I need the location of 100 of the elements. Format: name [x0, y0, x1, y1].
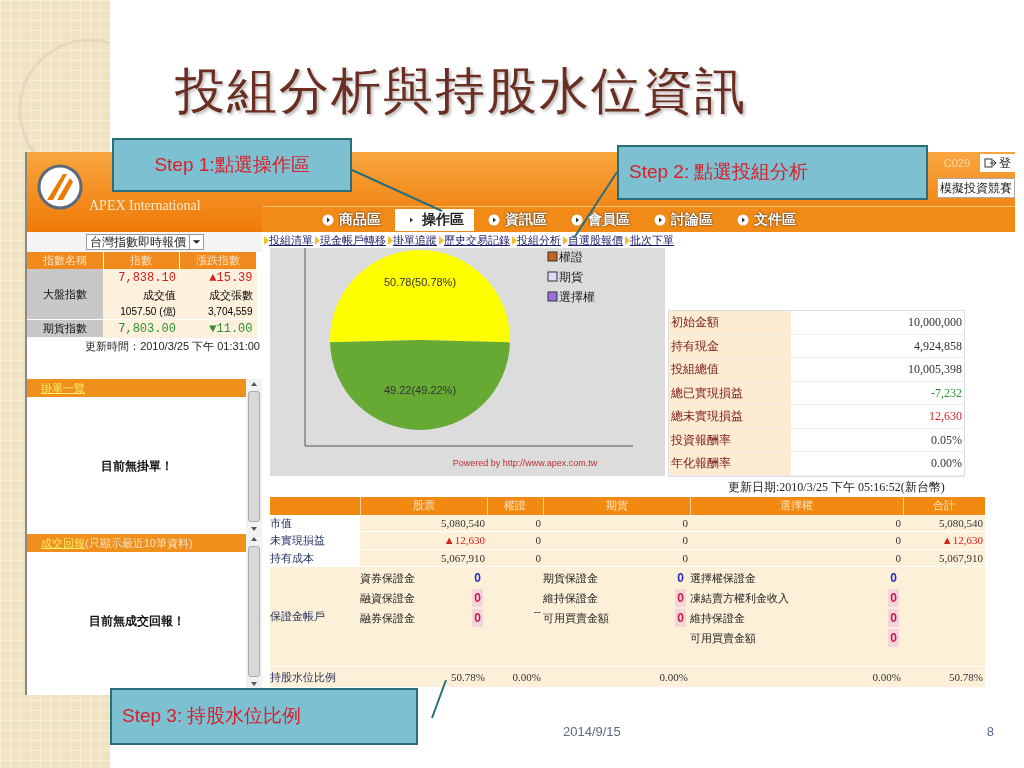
margin-value: 0: [888, 589, 899, 607]
margin-label: 融券保證金: [360, 610, 415, 626]
scrollbar-thumb[interactable]: [248, 391, 260, 522]
play-circle-icon: [488, 213, 500, 226]
table-cell: 0: [690, 531, 903, 549]
table-cell: 0: [543, 514, 690, 532]
margin-label: 維持保證金: [543, 590, 598, 606]
margin-value: 0: [473, 570, 482, 587]
triangle-icon: [315, 235, 320, 245]
callout: Step 1:點選操作區: [112, 138, 352, 192]
table-cell: 0: [487, 531, 543, 549]
table-cell: 0: [487, 514, 543, 532]
brand-name: APEX International: [89, 197, 201, 215]
column-header: 股票: [360, 496, 487, 515]
scroll-up-icon[interactable]: [250, 381, 258, 387]
row-label: 持股水位比例: [270, 666, 360, 687]
slide-title: 投組分析與持股水位資訊: [175, 61, 747, 121]
triangle-icon: [563, 235, 568, 245]
legend-label: 選擇權: [559, 290, 595, 304]
nav-tab[interactable]: 操作區: [395, 208, 474, 231]
logout-icon: [984, 158, 997, 168]
summary-label: 投資報酬率: [671, 431, 731, 449]
shares-value: 3,704,559: [207, 304, 253, 319]
table-cell: 0: [543, 531, 690, 549]
play-circle-icon: [737, 213, 749, 226]
summary-label: 持有現金: [671, 337, 719, 355]
logout-link[interactable]: 登: [980, 154, 1015, 172]
scroll-down-icon[interactable]: [250, 526, 258, 532]
index-change: ▲15.39: [179, 269, 257, 287]
page-number: 8: [986, 722, 994, 741]
summary-label: 年化報酬率: [671, 455, 731, 473]
shares-label: 成交張數: [207, 288, 253, 303]
margin-label: 可用買賣金額: [690, 630, 756, 646]
scrollbar[interactable]: [246, 534, 262, 689]
row-label: 保證金帳戶: [270, 566, 360, 667]
table-cell: 5,080,540: [903, 514, 985, 532]
empty-message: 目前無成交回報！: [88, 612, 185, 630]
legend-label: 期貨: [559, 270, 583, 284]
margin-label: 融資保證金: [360, 590, 415, 606]
summary-update-time: 更新日期:2010/3/25 下午 05:16:52(新台幣): [728, 478, 945, 496]
leader-line: [431, 679, 447, 719]
table-cell: 0: [487, 549, 543, 567]
margin-label: 可用買賣金額: [543, 610, 609, 626]
triangle-icon: [512, 235, 517, 245]
scrollbar[interactable]: [246, 379, 262, 534]
scrollbar-thumb[interactable]: [248, 546, 260, 677]
margin-value: 0: [675, 609, 686, 627]
play-circle-icon: [571, 213, 583, 226]
scroll-up-icon[interactable]: [250, 536, 258, 542]
margin-label: 選擇權保證金: [690, 570, 756, 586]
table-cell: 0: [543, 549, 690, 567]
summary-value: 4,924,858: [914, 337, 962, 355]
summary-value: 12,630: [929, 408, 962, 426]
callout: Step 2: 點選投組分析: [617, 145, 928, 200]
column-header: 選擇權: [690, 496, 903, 515]
triangle-icon: [388, 235, 393, 245]
callout: Step 3: 持股水位比例: [110, 688, 418, 745]
chart-credit: Powered by http://www.apex.com.tw: [452, 458, 598, 468]
sub-link[interactable]: 自選股報價: [568, 231, 625, 249]
legend-label: 權證: [559, 250, 583, 264]
summary-label: 總未實現損益: [671, 408, 743, 426]
summary-label: 初始金額: [671, 314, 719, 332]
table-cell: 50.78%: [360, 666, 487, 687]
summary-value: 0.05%: [931, 431, 962, 449]
margin-value: 0: [675, 589, 686, 607]
volume-value: 1057.50 (億): [119, 304, 176, 319]
table-cell: 0.00%: [690, 666, 903, 687]
summary-label: 投組總值: [671, 361, 719, 379]
sub-link[interactable]: 投組分析: [517, 231, 563, 249]
update-time: 更新時間：2010/3/25 下午 01:31:00: [85, 339, 260, 354]
margin-value: 0: [676, 570, 685, 587]
sub-link[interactable]: 批次下單: [630, 231, 676, 249]
margin-value: 0: [472, 609, 483, 627]
account-id: C029: [943, 155, 970, 171]
play-circle-icon: [322, 213, 334, 226]
margin-label: 期貨保證金: [543, 570, 598, 586]
logo-icon: [37, 164, 83, 210]
margin-value: 0: [472, 589, 483, 607]
sub-link[interactable]: 投組清單: [269, 231, 315, 249]
empty-message: 目前無掛單！: [100, 457, 173, 475]
table-cell: 0: [690, 549, 903, 567]
index-dropdown[interactable]: 台灣指數即時報價: [85, 234, 204, 250]
play-circle-icon: [654, 213, 666, 226]
table-cell: 5,080,540: [360, 514, 487, 532]
table-cell: 5,067,910: [360, 549, 487, 567]
contest-link[interactable]: 模擬投資競賽: [937, 178, 1015, 198]
sub-link[interactable]: 現金帳戶轉移: [320, 231, 388, 249]
summary-value: 10,005,398: [908, 361, 962, 379]
column-header: 指數名稱: [27, 252, 104, 269]
margin-value: 0: [889, 570, 898, 587]
table-cell: ▲12,630: [903, 531, 985, 549]
margin-value: 0: [888, 609, 899, 627]
table-cell: 0.00%: [543, 666, 690, 687]
triangle-icon: [625, 235, 630, 245]
summary-value: 10,000,000: [908, 314, 962, 332]
sub-link[interactable]: 歷史交易記錄: [444, 231, 512, 249]
margin-value: 0: [888, 629, 899, 647]
sub-link[interactable]: 掛單追蹤: [393, 231, 439, 249]
column-header: 期貨: [543, 496, 690, 515]
column-header: 權證: [487, 496, 543, 515]
